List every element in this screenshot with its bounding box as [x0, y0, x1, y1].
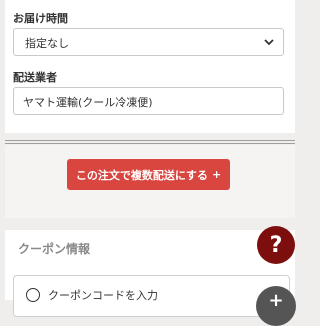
multi-ship-button[interactable]: この注文で複数配送にする +	[67, 159, 230, 190]
chevron-down-icon	[264, 39, 274, 46]
coupon-code-option-label: クーポンコードを入力	[48, 289, 158, 302]
delivery-time-selected-value: 指定なし	[25, 37, 69, 50]
coupon-code-option[interactable]: クーポンコードを入力	[13, 275, 290, 317]
carrier-field-value: ヤマト運輸(クール冷凍便)	[23, 96, 153, 109]
delivery-time-select[interactable]: 指定なし	[13, 28, 284, 56]
coupon-section-title: クーポン情報	[18, 242, 91, 256]
delivery-time-label: お届け時間	[13, 12, 68, 25]
plus-icon: +	[268, 290, 284, 311]
section-divider	[5, 140, 295, 144]
floating-action-button[interactable]: +	[256, 286, 296, 326]
plus-icon: +	[211, 168, 222, 181]
question-mark-icon: ?	[269, 232, 283, 258]
help-button[interactable]: ?	[257, 226, 295, 264]
carrier-field[interactable]: ヤマト運輸(クール冷凍便)	[13, 87, 284, 115]
carrier-label: 配送業者	[13, 71, 57, 84]
multi-ship-button-label: この注文で複数配送にする	[75, 168, 208, 182]
